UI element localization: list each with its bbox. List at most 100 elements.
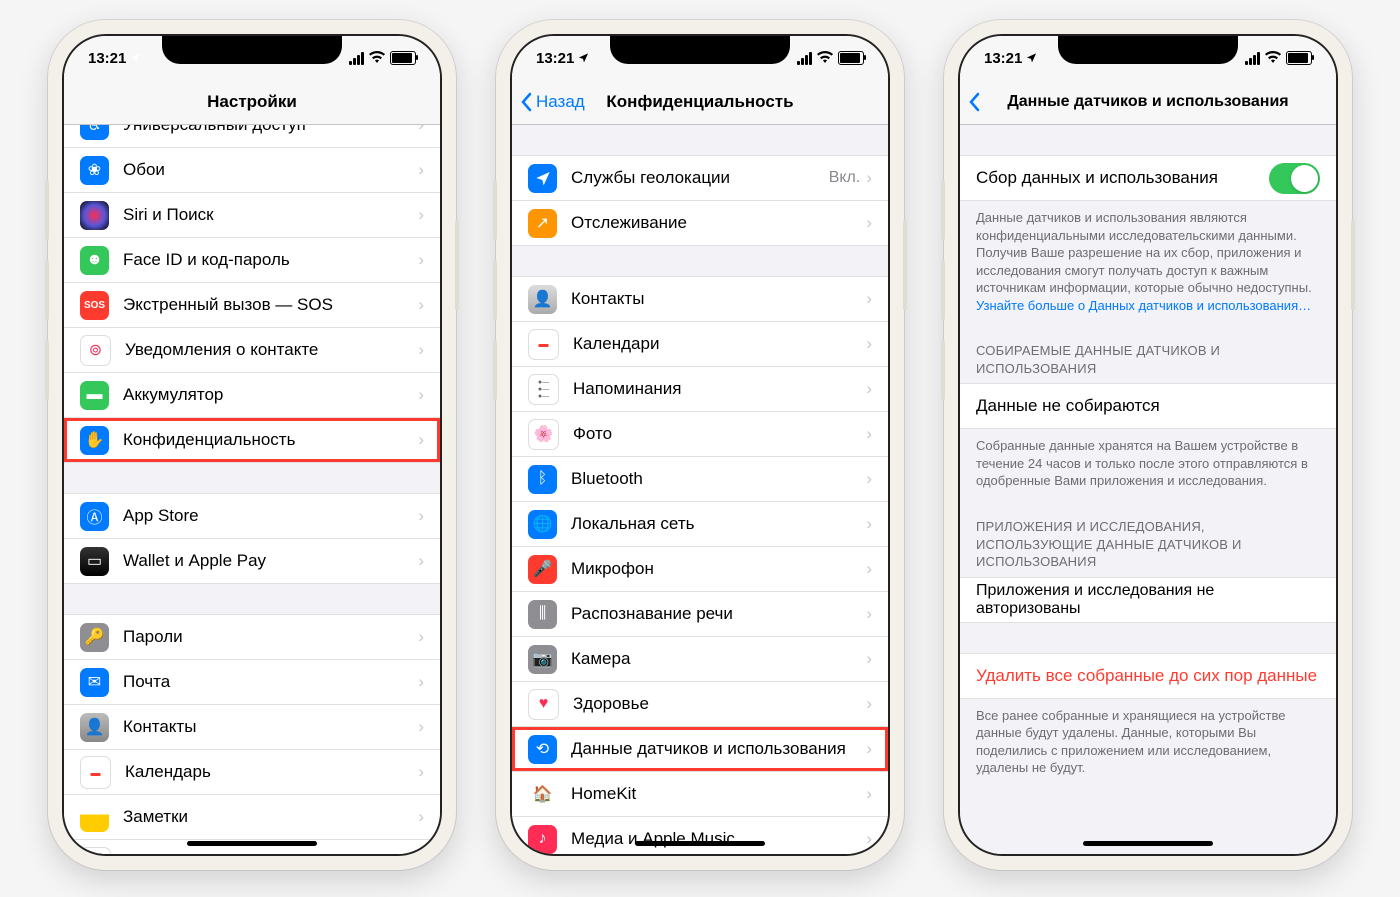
chevron-right-icon: ›	[418, 807, 424, 827]
contacts-icon: 👤	[80, 713, 109, 742]
photos-icon: 🌸	[528, 419, 559, 450]
screen-privacy: 13:21 Назад Конфиденциальность Службы ге…	[510, 34, 890, 856]
reminders-icon: ●—●—●—	[528, 374, 559, 405]
chevron-right-icon: ›	[866, 784, 872, 804]
row-media[interactable]: ♪ Медиа и Apple Music ›	[512, 817, 888, 854]
row-exposure[interactable]: ⊚ Уведомления о контакте ›	[64, 328, 440, 373]
mail-icon: ✉︎	[80, 668, 109, 697]
wallet-icon: ▭	[80, 547, 109, 576]
row-homekit[interactable]: 🏠 HomeKit ›	[512, 772, 888, 817]
siri-icon	[80, 201, 109, 230]
battery-icon	[1286, 51, 1312, 65]
navbar: Назад Конфиденциальность	[512, 80, 888, 125]
row-reminders[interactable]: ●—●—●— Напоминания ›	[512, 367, 888, 412]
row-privacy[interactable]: ✋ Конфиденциальность ›	[64, 418, 440, 463]
row-siri[interactable]: Siri и Поиск ›	[64, 193, 440, 238]
chevron-right-icon: ›	[418, 430, 424, 450]
chevron-right-icon: ›	[866, 694, 872, 714]
exposure-icon: ⊚	[80, 335, 111, 366]
row-no-apps-authorized: Приложения и исследования не авторизован…	[960, 577, 1336, 623]
chevron-right-icon: ›	[866, 289, 872, 309]
status-time: 13:21	[88, 50, 126, 67]
row-health[interactable]: ♥ Здоровье ›	[512, 682, 888, 727]
row-research-sensor[interactable]: ⟲ Данные датчиков и использования ›	[512, 727, 888, 772]
section-header-apps: ПРИЛОЖЕНИЯ И ИССЛЕДОВАНИЯ, ИСПОЛЬЗУЮЩИЕ …	[960, 512, 1336, 577]
learn-more-link[interactable]: Узнайте больше о Данных датчиков и испол…	[976, 298, 1311, 313]
chevron-right-icon: ›	[866, 213, 872, 233]
row-location-services[interactable]: Службы геолокации Вкл. ›	[512, 155, 888, 201]
notch	[610, 36, 790, 64]
row-mail[interactable]: ✉︎ Почта ›	[64, 660, 440, 705]
delete-all-data-button[interactable]: Удалить все собранные до сих пор данные	[960, 653, 1336, 699]
row-passwords[interactable]: 🔑 Пароли ›	[64, 614, 440, 660]
row-wallet[interactable]: ▭ Wallet и Apple Pay ›	[64, 539, 440, 584]
row-no-data-collected: Данные не собираются	[960, 383, 1336, 429]
chevron-right-icon: ›	[418, 125, 424, 135]
home-indicator[interactable]	[187, 841, 317, 846]
chevron-right-icon: ›	[866, 649, 872, 669]
row-microphone[interactable]: 🎤 Микрофон ›	[512, 547, 888, 592]
location-arrow-icon	[578, 50, 589, 67]
row-bluetooth[interactable]: ᛒ Bluetooth ›	[512, 457, 888, 502]
row-photos[interactable]: 🌸 Фото ›	[512, 412, 888, 457]
home-indicator[interactable]	[1083, 841, 1213, 846]
tracking-icon: ↗	[528, 209, 557, 238]
row-tracking[interactable]: ↗ Отслеживание ›	[512, 201, 888, 246]
row-collection-toggle[interactable]: Сбор данных и использования	[960, 155, 1336, 201]
status-time: 13:21	[984, 50, 1022, 67]
row-faceid[interactable]: ☻ Face ID и код-пароль ›	[64, 238, 440, 283]
chevron-right-icon: ›	[866, 424, 872, 444]
chevron-right-icon: ›	[418, 385, 424, 405]
row-battery[interactable]: ▬ Аккумулятор ›	[64, 373, 440, 418]
chevron-right-icon: ›	[866, 469, 872, 489]
notes-icon	[80, 803, 109, 832]
cellular-icon	[797, 52, 812, 65]
status-time: 13:21	[536, 50, 574, 67]
globe-icon: 🌐	[528, 510, 557, 539]
row-universal-access[interactable]: ♿︎ Универсальный доступ ›	[64, 125, 440, 148]
chevron-right-icon: ›	[418, 250, 424, 270]
row-notes[interactable]: Заметки ›	[64, 795, 440, 840]
row-speech[interactable]: ⫼ Распознавание речи ›	[512, 592, 888, 637]
row-contacts[interactable]: 👤 Контакты ›	[512, 276, 888, 322]
battery-settings-icon: ▬	[80, 381, 109, 410]
back-button[interactable]	[968, 92, 984, 112]
chevron-right-icon: ›	[418, 295, 424, 315]
row-calendar[interactable]: ▬ Календарь ›	[64, 750, 440, 795]
sensor-settings[interactable]: Сбор данных и использования Данные датчи…	[960, 125, 1336, 854]
row-wallpaper[interactable]: ❀ Обои ›	[64, 148, 440, 193]
footer-storage: Собранные данные хранятся на Вашем устро…	[960, 429, 1336, 490]
chevron-right-icon: ›	[866, 829, 872, 849]
settings-list[interactable]: ♿︎ Универсальный доступ › ❀ Обои › Siri …	[64, 125, 440, 854]
chevron-right-icon: ›	[418, 506, 424, 526]
chevron-right-icon: ›	[418, 762, 424, 782]
toggle-switch[interactable]	[1269, 163, 1320, 194]
privacy-list[interactable]: Службы геолокации Вкл. › ↗ Отслеживание …	[512, 125, 888, 854]
row-contacts[interactable]: 👤 Контакты ›	[64, 705, 440, 750]
privacy-hand-icon: ✋	[80, 426, 109, 455]
home-indicator[interactable]	[635, 841, 765, 846]
home-icon: 🏠	[528, 780, 557, 809]
calendar-icon: ▬	[528, 329, 559, 360]
chevron-right-icon: ›	[866, 168, 872, 188]
row-camera[interactable]: 📷 Камера ›	[512, 637, 888, 682]
chevron-right-icon: ›	[418, 672, 424, 692]
phone-1: 13:21 Настройки ♿︎ Универсальный доступ …	[48, 20, 456, 870]
chevron-right-icon: ›	[866, 739, 872, 759]
appstore-icon: Ⓐ	[80, 502, 109, 531]
row-calendars[interactable]: ▬ Календари ›	[512, 322, 888, 367]
navbar: Данные датчиков и использования	[960, 80, 1336, 125]
page-title: Конфиденциальность	[606, 92, 793, 112]
chevron-right-icon: ›	[866, 559, 872, 579]
notch	[1058, 36, 1238, 64]
camera-icon: 📷	[528, 645, 557, 674]
row-appstore[interactable]: Ⓐ App Store ›	[64, 493, 440, 539]
chevron-right-icon: ›	[418, 717, 424, 737]
chevron-right-icon: ›	[418, 160, 424, 180]
row-sos[interactable]: SOS Экстренный вызов — SOS ›	[64, 283, 440, 328]
chevron-right-icon: ›	[418, 205, 424, 225]
accessibility-icon: ♿︎	[80, 125, 109, 140]
row-local-network[interactable]: 🌐 Локальная сеть ›	[512, 502, 888, 547]
back-button[interactable]: Назад	[520, 92, 585, 112]
chevron-right-icon: ›	[418, 627, 424, 647]
